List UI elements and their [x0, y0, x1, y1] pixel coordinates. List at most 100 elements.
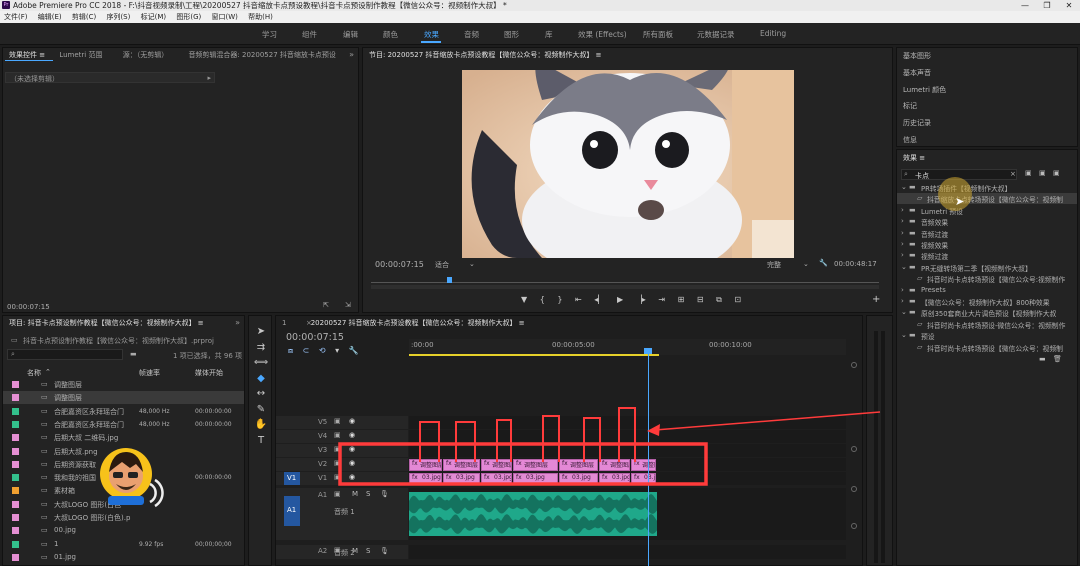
effects-tree-item[interactable]: › ▬ 视频效果 [897, 239, 1077, 250]
timeline-clip[interactable]: fx调整图层 [559, 459, 598, 471]
list-item[interactable]: ▭ 00.jpg [3, 524, 244, 537]
program-timecode[interactable]: 00:00:07:15 [375, 260, 424, 269]
eye-icon[interactable]: ◉ [349, 431, 355, 439]
extract-icon[interactable]: ⊟ [697, 295, 704, 304]
menu-graphics[interactable]: 图形(G) [176, 13, 201, 21]
voice-over-icon[interactable]: 🎙 [380, 547, 389, 555]
eye-icon[interactable]: ◉ [349, 417, 355, 425]
effects-title[interactable]: 效果 ≡ [903, 153, 925, 163]
tab-audio-clip-mixer[interactable]: 音频剪辑混合器: 20200527 抖音缩放卡点预设 [188, 51, 335, 59]
menu-sequence[interactable]: 序列(S) [106, 13, 130, 21]
label-color-swatch[interactable] [12, 447, 19, 455]
chevron-right-icon[interactable]: › [901, 206, 904, 214]
menu-file[interactable]: 文件(F) [4, 13, 28, 21]
effects-tree-item[interactable]: ⌄ ▬ 原创350套商业大片调色预设【视频制作大叔 [897, 307, 1077, 318]
project-overflow-icon[interactable]: » [235, 318, 240, 327]
chevron-right-icon[interactable]: › [901, 251, 904, 259]
track-select-tool-icon[interactable]: ⇉ [253, 340, 269, 356]
label-color-swatch[interactable] [12, 474, 19, 482]
step-back-icon[interactable]: ◂▏ [594, 295, 604, 304]
fit-dropdown-arrow-icon[interactable]: ⌄ [469, 260, 475, 268]
label-color-swatch[interactable] [12, 407, 19, 415]
panel-overflow-icon[interactable]: » [349, 50, 354, 59]
minimize-icon[interactable]: — [1014, 0, 1036, 11]
list-item[interactable]: ▭ 合肥嘉资区永拜瑶合门 48,000 Hz 00:00:00:00 [3, 405, 244, 418]
workspace-metadata[interactable]: 元数据记录 [697, 29, 735, 40]
track-lane[interactable] [409, 416, 846, 429]
slip-tool-icon[interactable]: ↔ [253, 386, 269, 402]
workspace-effects-en[interactable]: 效果 (Effects) [578, 29, 627, 40]
chevron-down-icon[interactable]: ⌄ [901, 308, 907, 316]
timeline-clip-v1[interactable]: fx 03.jpg [559, 473, 598, 485]
workspace-all-panels[interactable]: 所有面板 [643, 29, 673, 40]
mute-button[interactable]: M [352, 490, 358, 498]
menu-help[interactable]: 帮助(H) [248, 13, 273, 21]
track-header-v4[interactable]: V4 ▣ ◉ [276, 430, 408, 443]
label-color-swatch[interactable] [12, 540, 19, 548]
nest-icon[interactable]: ⧈ [288, 346, 293, 355]
sync-lock-icon[interactable]: ▣ [334, 417, 341, 425]
tab-effect-controls[interactable]: 效果控件 ≡ [9, 51, 45, 59]
eye-icon[interactable]: ◉ [349, 473, 355, 481]
mark-out-icon[interactable]: } [557, 295, 562, 304]
filter-icon[interactable]: ⇲ [345, 301, 351, 309]
track-header-v1[interactable]: V1 V1 ▣ ◉ [276, 472, 408, 485]
timeline-settings-icon[interactable]: 🔧 [349, 346, 359, 355]
close-icon[interactable]: ✕ [1058, 0, 1080, 11]
mark-in-icon[interactable]: { [540, 295, 545, 304]
label-color-swatch[interactable] [12, 514, 19, 521]
export-frame-icon[interactable]: ⇱ [323, 301, 329, 309]
panel-tab-item[interactable]: 历史记录 [903, 118, 931, 128]
timeline-clip[interactable]: fx调整图层 [631, 459, 656, 471]
panel-tab-item[interactable]: 信息 [903, 135, 917, 145]
label-color-swatch[interactable] [12, 500, 19, 508]
sync-lock-icon[interactable]: ▣ [334, 445, 341, 453]
export-frame-button-icon[interactable]: ⧉ [716, 295, 722, 304]
workspace-libraries[interactable]: 库 [545, 29, 553, 40]
more-button-icon[interactable]: ⊡ [734, 295, 741, 304]
eye-icon[interactable]: ◉ [349, 445, 355, 453]
hand-tool-icon[interactable]: ✋ [253, 417, 269, 433]
zoom-bar[interactable] [371, 285, 879, 289]
label-color-swatch[interactable] [12, 553, 19, 561]
workspace-learn[interactable]: 学习 [262, 29, 277, 40]
selection-tool-icon[interactable]: ➤ [253, 324, 269, 340]
quality-dropdown-arrow-icon[interactable]: ⌄ [803, 260, 809, 268]
timeline-clip[interactable]: fx调整图层 [443, 459, 480, 471]
label-color-swatch[interactable] [12, 420, 19, 428]
column-frame-rate[interactable]: 帧速率 [139, 368, 160, 378]
effects-tree-item[interactable]: › ▬ Presets [897, 285, 1077, 296]
effects-tree-item[interactable]: ▱ 抖音时尚卡点转场预设【微信公众号:视频制作 [897, 273, 1077, 284]
track-header-a2[interactable]: A2▣MS🎙音频 2音频 2 [276, 545, 408, 559]
effects-tree-item[interactable]: › ▬ 【微信公众号：视频制作大叔】800种效果 [897, 296, 1077, 307]
workspace-audio[interactable]: 音频 [464, 29, 479, 40]
audio-lane-a2[interactable] [409, 545, 846, 559]
list-item[interactable]: ▭ 01.jpg [3, 551, 244, 564]
workspace-assembly[interactable]: 组件 [302, 29, 317, 40]
timeline-clip-v1[interactable]: fx 03.jpg [481, 473, 512, 485]
timeline-clip[interactable]: fx调整图层 [599, 459, 630, 471]
track-header-a1[interactable]: A1 A1 ▣ M S 🎙 音频 1 [276, 488, 408, 540]
track-lane[interactable] [409, 444, 846, 457]
delete-effect-icon[interactable]: 🗑 [1053, 355, 1062, 363]
chevron-right-icon[interactable]: › [901, 229, 904, 237]
sync-lock-icon[interactable]: ▣ [334, 473, 341, 481]
effects-tree-item[interactable]: ⌄ ▬ PR无缝转场第二季【视频制作大叔】 [897, 262, 1077, 273]
timeline-clip-v1[interactable]: fx 03.jpg [599, 473, 630, 485]
label-color-swatch[interactable] [12, 381, 19, 388]
list-item[interactable]: ▭ 1 9.92 fps 00;00;00;00 [3, 538, 244, 551]
ripple-edit-tool-icon[interactable]: ⟺ [253, 355, 269, 371]
sync-lock-icon[interactable]: ▣ [334, 431, 341, 439]
list-item[interactable]: ▭ 合肥嘉资区永拜瑶合门 48,000 Hz 00:00:00:00 [3, 418, 244, 431]
quality-dropdown[interactable]: 完整 [767, 260, 781, 270]
workspace-effects[interactable]: 效果 [424, 29, 439, 40]
type-tool-icon[interactable]: T [253, 433, 269, 449]
maximize-icon[interactable]: ❐ [1036, 0, 1058, 11]
add-button-icon[interactable]: + [872, 294, 880, 305]
eye-icon[interactable]: ◉ [349, 459, 355, 467]
chevron-right-icon[interactable]: › [901, 286, 904, 294]
chevron-right-icon[interactable]: › [901, 217, 904, 225]
expand-arrow-icon[interactable]: ▸ [207, 74, 211, 82]
timeline-clip-v1[interactable]: fx 03.jpg [631, 473, 656, 485]
chevron-right-icon[interactable]: › [901, 240, 904, 248]
